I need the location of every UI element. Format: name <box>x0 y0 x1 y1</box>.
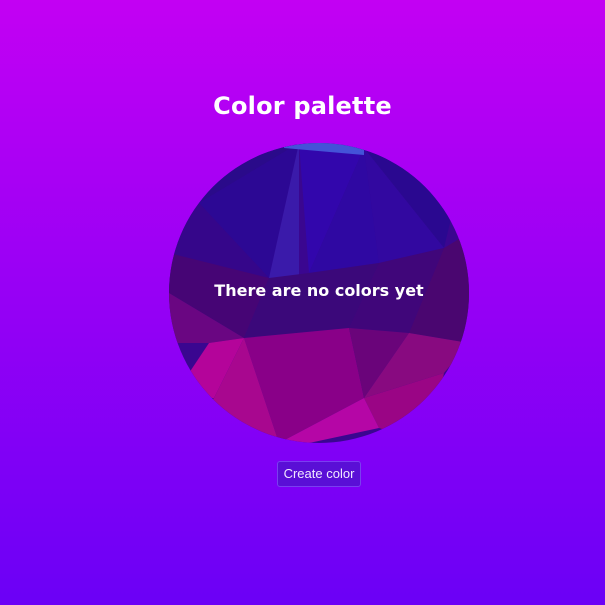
empty-state-message: There are no colors yet <box>214 281 424 300</box>
page-title: Color palette <box>213 92 392 120</box>
color-palette-circle: There are no colors yet <box>169 143 469 443</box>
create-color-button[interactable]: Create color <box>277 461 361 487</box>
